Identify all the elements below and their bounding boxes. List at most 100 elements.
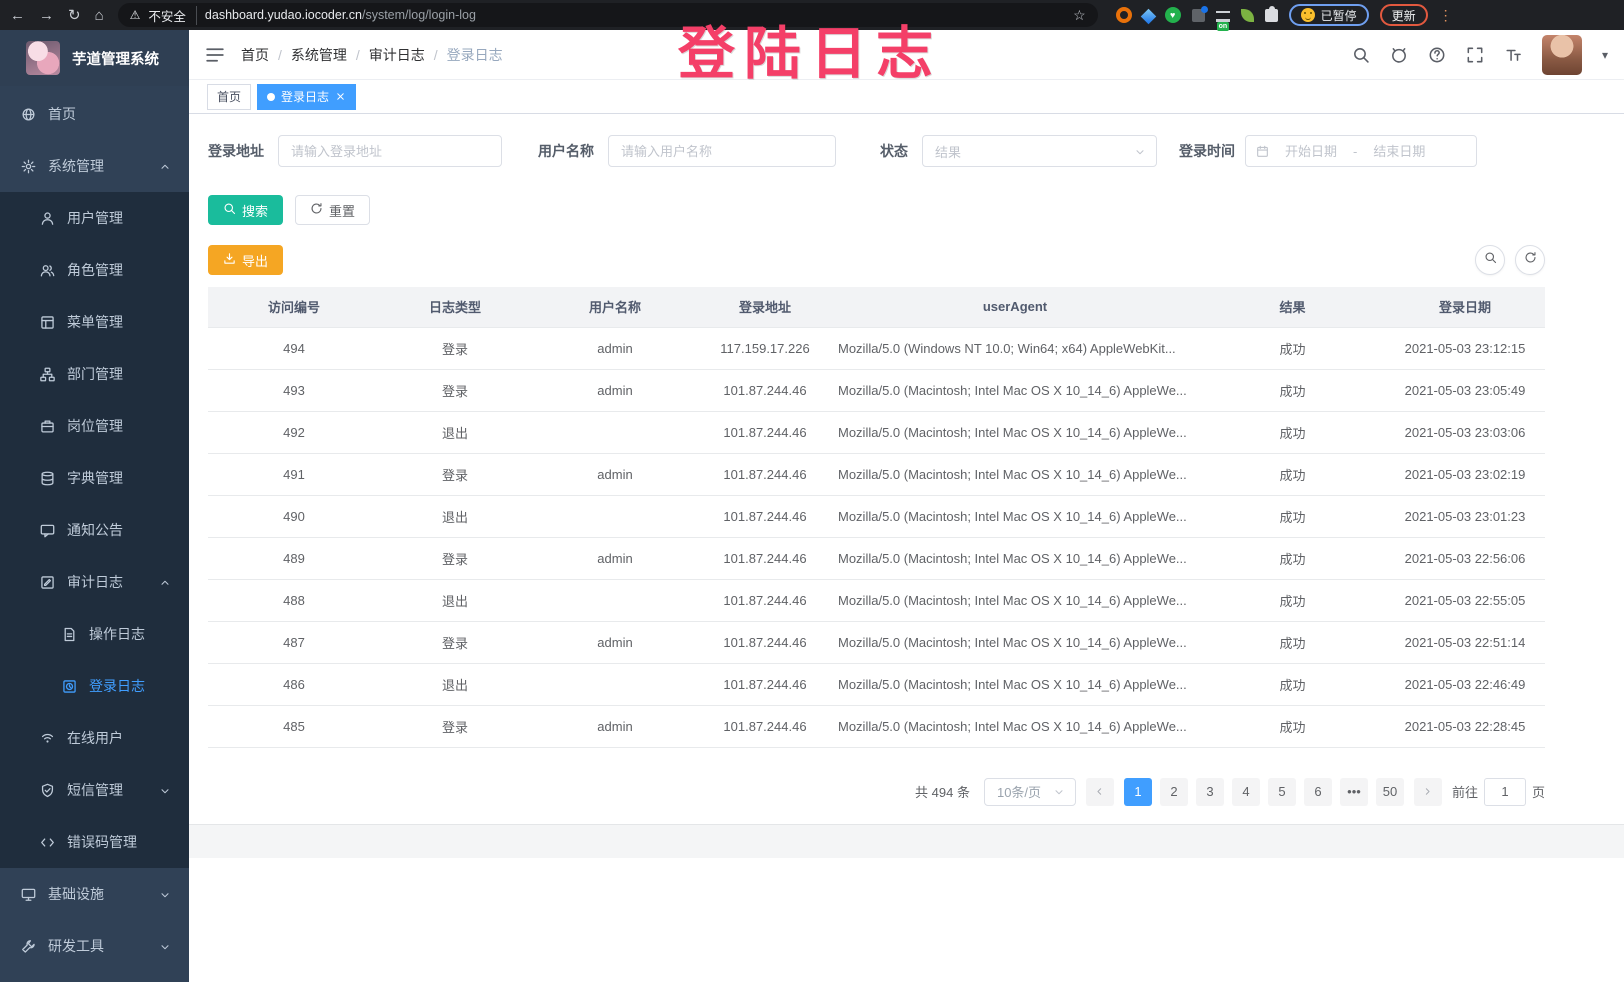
page-button-3[interactable]: 3: [1196, 778, 1224, 806]
table-cell: admin: [530, 705, 700, 747]
app-logo: [26, 41, 60, 75]
page-button-1[interactable]: 1: [1124, 778, 1152, 806]
sms-icon: [40, 783, 55, 798]
sidebar-item-dict-management[interactable]: 字典管理: [0, 452, 189, 504]
table-cell: admin: [530, 369, 700, 411]
address-bar[interactable]: ⚠ 不安全 dashboard.yudao.iocoder.cn/system/…: [118, 3, 1098, 27]
forward-icon[interactable]: →: [39, 8, 54, 23]
help-icon[interactable]: [1428, 46, 1446, 64]
table-cell: 493: [208, 369, 380, 411]
page-button-4[interactable]: 4: [1232, 778, 1260, 806]
extension-heart-icon[interactable]: ♥: [1165, 7, 1181, 23]
back-icon[interactable]: ←: [10, 8, 25, 23]
extension-gem-icon[interactable]: [1140, 8, 1156, 24]
goto-suffix: 页: [1532, 782, 1545, 801]
date-range-picker[interactable]: -: [1245, 135, 1477, 167]
status-select[interactable]: 结果: [922, 135, 1157, 167]
table-cell: 117.159.17.226: [700, 327, 830, 369]
breadcrumb-item[interactable]: 首页: [241, 45, 269, 65]
table-cell: 成功: [1200, 495, 1385, 537]
prev-page-button[interactable]: [1086, 778, 1114, 806]
page-button-5[interactable]: 5: [1268, 778, 1296, 806]
fullscreen-icon[interactable]: [1466, 46, 1484, 64]
page-button-6[interactable]: 6: [1304, 778, 1332, 806]
hamburger-icon[interactable]: [205, 45, 225, 65]
table-cell: 成功: [1200, 411, 1385, 453]
sidebar-item-user-management[interactable]: 用户管理: [0, 192, 189, 244]
table-cell: 489: [208, 537, 380, 579]
sidebar-item-role-management[interactable]: 角色管理: [0, 244, 189, 296]
sidebar-item-error-code-management[interactable]: 错误码管理: [0, 816, 189, 868]
bookmark-star-icon[interactable]: ☆: [1073, 7, 1086, 24]
avatar-caret-icon[interactable]: ▾: [1602, 48, 1608, 62]
github-icon[interactable]: [1390, 46, 1408, 64]
end-date-input[interactable]: [1363, 144, 1435, 159]
browser-menu-icon[interactable]: ⋮: [1439, 7, 1453, 24]
reload-icon[interactable]: ↻: [68, 8, 81, 23]
table-cell: Mozilla/5.0 (Macintosh; Intel Mac OS X 1…: [830, 579, 1200, 621]
table-cell: 登录: [380, 369, 530, 411]
more-pages-button[interactable]: •••: [1340, 778, 1368, 806]
sidebar-menu: 首页系统管理用户管理角色管理菜单管理部门管理岗位管理字典管理通知公告审计日志操作…: [0, 86, 189, 972]
sidebar-item-system-management[interactable]: 系统管理: [0, 140, 189, 192]
close-icon[interactable]: [335, 91, 346, 102]
sidebar-item-sms-management[interactable]: 短信管理: [0, 764, 189, 816]
export-button[interactable]: 导出: [208, 245, 283, 275]
logo-row[interactable]: 芋道管理系统: [0, 30, 189, 86]
sidebar-item-audit-log[interactable]: 审计日志: [0, 556, 189, 608]
sidebar-item-infrastructure[interactable]: 基础设施: [0, 868, 189, 920]
extension-area: ♥ on 已暂停 更新 ⋮: [1116, 4, 1453, 26]
message-icon: [40, 523, 55, 538]
address-filter-input[interactable]: [278, 135, 502, 167]
hide-search-button[interactable]: [1475, 245, 1505, 275]
extension-grid-icon[interactable]: [1192, 9, 1205, 22]
breadcrumb-item[interactable]: 系统管理: [291, 45, 347, 65]
browser-chrome: ← → ↻ ⌂ ⚠ 不安全 dashboard.yudao.iocoder.cn…: [0, 0, 1624, 30]
next-page-button[interactable]: [1414, 778, 1442, 806]
sidebar-item-post-management[interactable]: 岗位管理: [0, 400, 189, 452]
extension-leaf-icon[interactable]: [1241, 9, 1254, 22]
home-icon[interactable]: ⌂: [95, 8, 104, 23]
tag-item[interactable]: 首页: [207, 84, 251, 110]
table-cell: 2021-05-03 22:28:45: [1385, 705, 1545, 747]
sidebar-item-menu-management[interactable]: 菜单管理: [0, 296, 189, 348]
gear-icon: [21, 159, 36, 174]
sidebar-item-home[interactable]: 首页: [0, 88, 189, 140]
username-filter-input[interactable]: [608, 135, 836, 167]
update-button[interactable]: 更新: [1380, 4, 1428, 26]
start-date-input[interactable]: [1275, 144, 1347, 159]
users-icon: [40, 263, 55, 278]
font-size-icon[interactable]: [1504, 46, 1522, 64]
chevron-up-icon: [159, 576, 171, 588]
sidebar-item-notice-announcement[interactable]: 通知公告: [0, 504, 189, 556]
sidebar-item-online-users[interactable]: 在线用户: [0, 712, 189, 764]
sidebar-item-dev-tools[interactable]: 研发工具: [0, 920, 189, 972]
table-cell: 2021-05-03 22:46:49: [1385, 663, 1545, 705]
breadcrumb-item[interactable]: 审计日志: [369, 45, 425, 65]
page-button-2[interactable]: 2: [1160, 778, 1188, 806]
extensions-puzzle-icon[interactable]: [1265, 9, 1278, 22]
search-button[interactable]: 搜索: [208, 195, 283, 225]
goto-page-input[interactable]: [1484, 778, 1526, 806]
reset-button[interactable]: 重置: [295, 195, 370, 225]
user-avatar[interactable]: [1542, 35, 1582, 75]
dashboard-icon: [21, 107, 36, 122]
search-icon[interactable]: [1352, 46, 1370, 64]
page-size-select[interactable]: 10条/页: [984, 778, 1076, 806]
sidebar-item-dept-management[interactable]: 部门管理: [0, 348, 189, 400]
tree-icon: [40, 367, 55, 382]
table-cell: 成功: [1200, 453, 1385, 495]
content-footer: [189, 824, 1624, 858]
sidebar-item-operation-log[interactable]: 操作日志: [0, 608, 189, 660]
refresh-table-button[interactable]: [1515, 245, 1545, 275]
column-header: 登录地址: [700, 287, 830, 327]
tag-active[interactable]: 登录日志: [257, 84, 356, 110]
extension-orange-icon[interactable]: [1116, 7, 1132, 23]
paused-button[interactable]: 已暂停: [1289, 4, 1369, 26]
tool-icon: [21, 939, 36, 954]
table-cell: admin: [530, 327, 700, 369]
warning-icon: ⚠: [130, 8, 141, 22]
sidebar-item-login-log[interactable]: 登录日志: [0, 660, 189, 712]
page-button-50[interactable]: 50: [1376, 778, 1404, 806]
extension-list-icon[interactable]: on: [1216, 11, 1230, 22]
